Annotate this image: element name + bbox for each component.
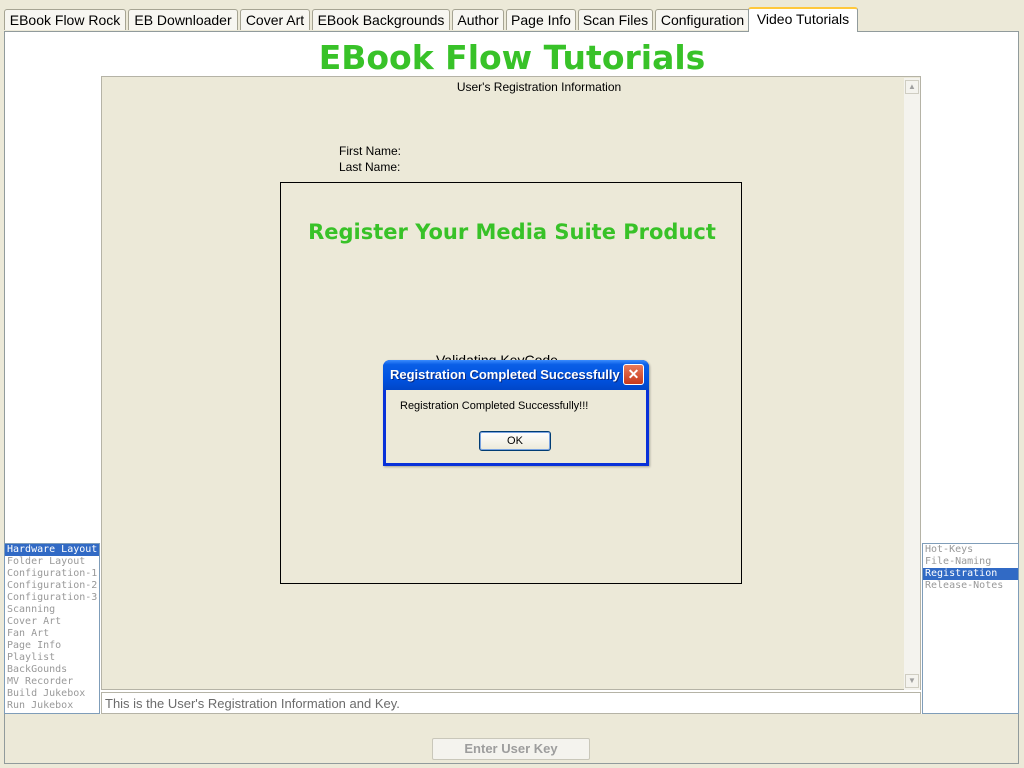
list-item[interactable]: Folder Layout xyxy=(5,556,99,568)
tab-video-tutorials[interactable]: Video Tutorials xyxy=(748,7,858,32)
tab-ebook-flow-rock[interactable]: EBook Flow Rock xyxy=(4,9,126,30)
list-item[interactable]: Configuration-1 xyxy=(5,568,99,580)
dialog-body: Registration Completed Successfully!!! O… xyxy=(386,390,646,463)
tab-cover-art[interactable]: Cover Art xyxy=(240,9,310,30)
page-title: EBook Flow Tutorials xyxy=(318,38,706,77)
list-item[interactable]: Release-Notes xyxy=(923,580,1018,592)
dialog-title: Registration Completed Successfully xyxy=(390,367,620,382)
list-item[interactable]: Cover Art xyxy=(5,616,99,628)
list-item[interactable]: Page Info xyxy=(5,640,99,652)
list-item[interactable]: Hot-Keys xyxy=(923,544,1018,556)
tab-author[interactable]: Author xyxy=(452,9,504,30)
list-item[interactable]: Configuration-2 xyxy=(5,580,99,592)
scroll-down-icon[interactable]: ▼ xyxy=(905,674,919,688)
tutorial-list-right[interactable]: Hot-Keys File-Naming Registration Releas… xyxy=(922,543,1019,714)
list-item[interactable]: File-Naming xyxy=(923,556,1018,568)
success-dialog: Registration Completed Successfully ✕ Re… xyxy=(383,360,649,466)
registration-header: User's Registration Information xyxy=(456,80,622,94)
tab-configuration[interactable]: Configuration xyxy=(655,9,750,30)
list-item[interactable]: Registration xyxy=(923,568,1018,580)
list-item[interactable]: Hardware Layout xyxy=(5,544,99,556)
list-item[interactable]: BackGounds xyxy=(5,664,99,676)
tab-page-info[interactable]: Page Info xyxy=(506,9,576,30)
status-bar: This is the User's Registration Informat… xyxy=(101,692,921,714)
first-name-label: First Name: xyxy=(339,144,402,158)
tab-scan-files[interactable]: Scan Files xyxy=(578,9,653,30)
list-item[interactable]: MV Recorder xyxy=(5,676,99,688)
list-item[interactable]: Playlist xyxy=(5,652,99,664)
list-item[interactable]: Configuration-3 xyxy=(5,592,99,604)
list-item[interactable]: Build Jukebox xyxy=(5,688,99,700)
vertical-scrollbar[interactable]: ▲ ▼ xyxy=(904,78,920,690)
list-item[interactable]: Fan Art xyxy=(5,628,99,640)
close-icon[interactable]: ✕ xyxy=(623,364,644,385)
list-item[interactable]: Scanning xyxy=(5,604,99,616)
dialog-titlebar[interactable]: Registration Completed Successfully ✕ xyxy=(383,360,649,390)
dialog-message: Registration Completed Successfully!!! xyxy=(400,400,589,412)
tab-eb-downloader[interactable]: EB Downloader xyxy=(128,9,238,30)
status-text: This is the User's Registration Informat… xyxy=(105,696,400,711)
list-item[interactable]: Run Jukebox xyxy=(5,700,99,712)
register-title: Register Your Media Suite Product xyxy=(308,220,716,244)
tutorial-list-left[interactable]: Hardware Layout Folder Layout Configurat… xyxy=(4,543,100,714)
tab-ebook-backgrounds[interactable]: EBook Backgrounds xyxy=(312,9,450,30)
enter-user-key-button[interactable]: Enter User Key xyxy=(432,738,590,760)
ok-button[interactable]: OK xyxy=(479,431,551,451)
last-name-label: Last Name: xyxy=(339,160,401,174)
